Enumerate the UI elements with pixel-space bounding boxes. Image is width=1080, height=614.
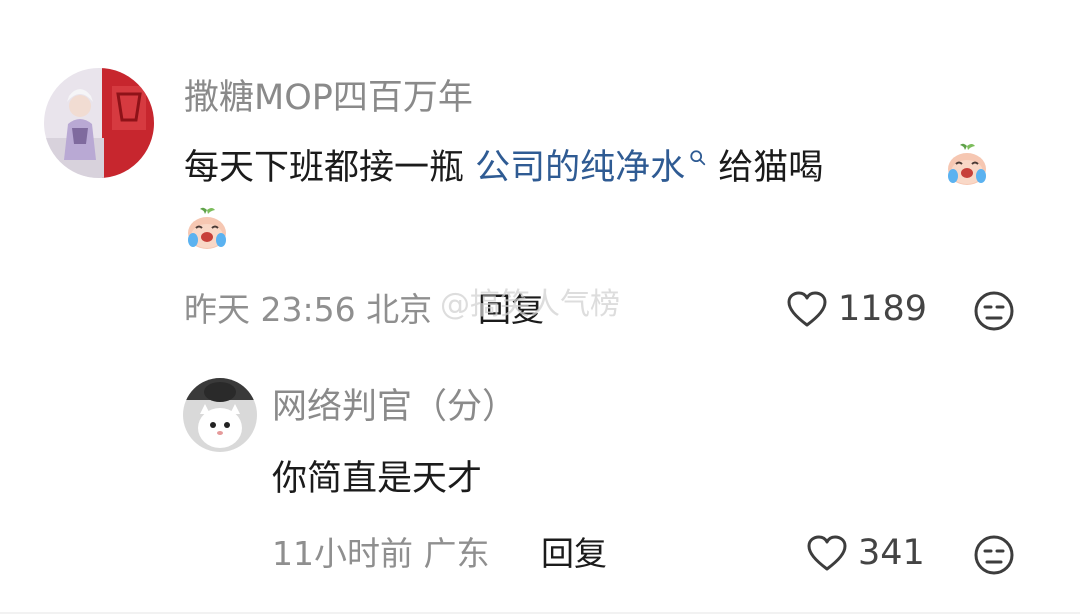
reply-meta: 11小时前 广东 xyxy=(272,537,490,570)
unhappy-face-icon[interactable] xyxy=(973,534,1015,576)
reply-location: 广东 xyxy=(423,534,490,573)
crying-peach-emoji xyxy=(948,143,986,185)
search-icon[interactable] xyxy=(689,149,707,167)
avatar[interactable] xyxy=(183,378,257,452)
like-count: 1189 xyxy=(838,288,928,329)
watermark: @搞笑人气榜 xyxy=(440,287,620,322)
avatar[interactable] xyxy=(44,68,154,178)
comment-meta: 昨天 23:56 北京 xyxy=(184,293,432,326)
comment-text-prefix: 每天下班都接一瓶 xyxy=(184,148,476,188)
comment-text-suffix: 给猫喝 xyxy=(707,148,824,188)
reply-time: 11小时前 xyxy=(272,534,413,573)
like-button[interactable]: 341 xyxy=(806,534,925,572)
heart-outline-icon[interactable] xyxy=(786,290,828,328)
heart-outline-icon[interactable] xyxy=(806,534,848,572)
crying-peach-emoji xyxy=(188,207,226,249)
search-link[interactable]: 公司的纯净水 xyxy=(475,148,707,188)
username[interactable]: 网络判官（分） xyxy=(272,390,517,425)
comment-time: 昨天 23:56 xyxy=(184,290,356,329)
reply-text: 你简直是天才 xyxy=(272,459,483,499)
like-button[interactable]: 1189 xyxy=(786,290,927,328)
comment-location: 北京 xyxy=(366,290,433,329)
username[interactable]: 撒糖MOP四百万年 xyxy=(184,81,473,116)
unhappy-face-icon[interactable] xyxy=(973,290,1015,332)
reply-button[interactable]: 回复 xyxy=(541,537,607,570)
comment-text: 每天下班都接一瓶 公司的纯净水 给猫喝 xyxy=(184,149,823,186)
search-link-text[interactable]: 公司的纯净水 xyxy=(475,148,685,188)
like-count: 341 xyxy=(858,532,925,573)
